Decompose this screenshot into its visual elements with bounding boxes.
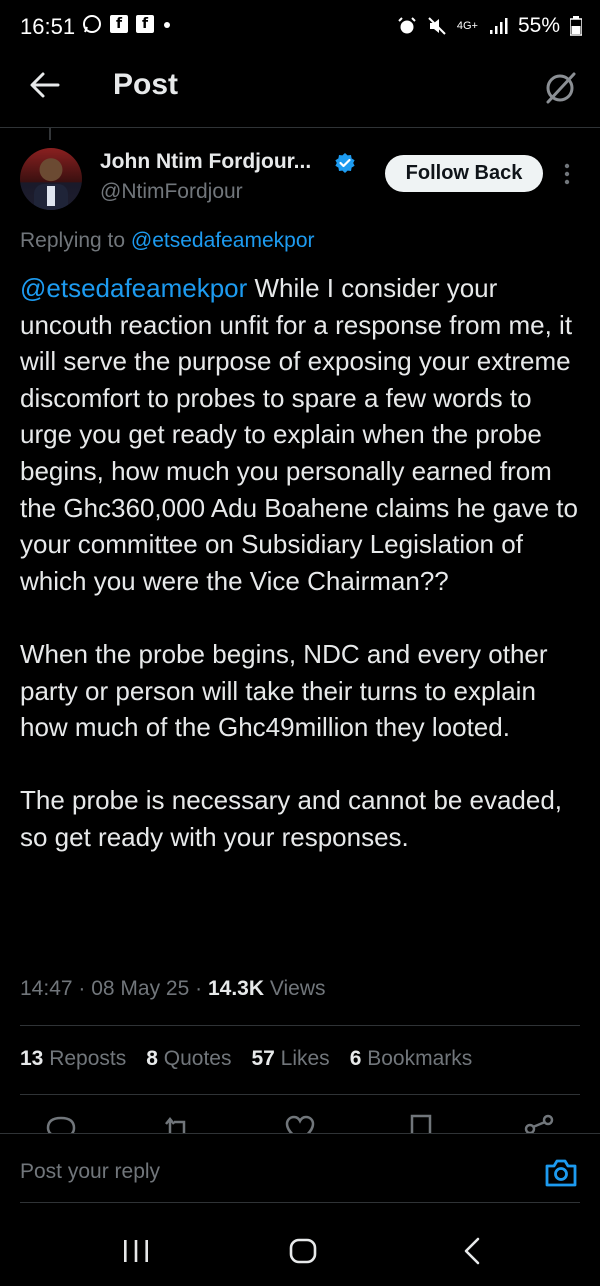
alarm-icon — [398, 17, 416, 34]
reply-bar-underline — [20, 1202, 580, 1203]
reply-icon[interactable] — [44, 1112, 78, 1134]
meta-separator-2: · — [189, 977, 208, 1000]
author-name[interactable]: John Ntim Fordjour... — [100, 150, 311, 174]
mute-icon — [428, 17, 446, 35]
back-arrow-icon[interactable] — [28, 68, 62, 102]
meta-separator: · — [72, 977, 92, 1000]
replying-mention-link[interactable]: @etsedafeamekpor — [131, 229, 315, 252]
more-notifications-dot-icon — [164, 22, 170, 28]
views-label: Views — [264, 977, 326, 1000]
share-icon[interactable] — [522, 1112, 556, 1134]
reply-bar-divider — [0, 1133, 600, 1134]
reply-input[interactable]: Post your reply — [20, 1160, 160, 1184]
battery-percent: 55% — [517, 14, 560, 37]
system-status: 4G+ 55% — [397, 14, 582, 38]
signal-icon — [489, 18, 508, 34]
status-bar: 16:51 f f 4G+ 55% — [0, 0, 600, 52]
divider-2 — [20, 1094, 580, 1095]
facebook-icon-2: f — [136, 15, 154, 33]
quotes-label: Quotes — [157, 1047, 232, 1070]
facebook-icon: f — [110, 15, 128, 33]
grok-icon[interactable] — [542, 70, 578, 106]
camera-icon[interactable] — [543, 1155, 579, 1191]
author-handle[interactable]: @NtimFordjour — [100, 180, 243, 204]
home-icon[interactable] — [289, 1238, 317, 1264]
likes-stat[interactable]: 57 Likes — [251, 1047, 329, 1071]
battery-icon — [570, 16, 582, 36]
likes-label: Likes — [274, 1047, 330, 1070]
post-date: 08 May 25 — [91, 977, 190, 1000]
post-time: 14:47 — [20, 977, 73, 1000]
bookmark-icon[interactable] — [404, 1112, 438, 1134]
thread-connector — [49, 128, 51, 140]
network-type: 4G+ — [456, 20, 478, 32]
quotes-count: 8 — [146, 1047, 158, 1070]
divider — [20, 1025, 580, 1026]
bookmarks-count: 6 — [349, 1047, 362, 1070]
likes-count: 57 — [251, 1047, 275, 1070]
notification-icons: f f — [82, 14, 172, 34]
recent-apps-icon[interactable] — [122, 1238, 150, 1264]
views-count[interactable]: 14.3K — [208, 977, 264, 1000]
like-icon[interactable] — [283, 1112, 317, 1134]
reposts-count: 13 — [20, 1047, 44, 1070]
reposts-label: Reposts — [43, 1047, 127, 1070]
avatar[interactable] — [20, 148, 82, 210]
status-time: 16:51 — [20, 14, 76, 39]
post-mention-link[interactable]: @etsedafeamekpor — [20, 273, 247, 303]
post-body: While I consider your uncouth reaction u… — [20, 273, 578, 852]
bookmarks-label: Bookmarks — [361, 1047, 473, 1070]
nav-back-icon[interactable] — [462, 1236, 482, 1266]
quotes-stat[interactable]: 8 Quotes — [146, 1047, 231, 1071]
replying-prefix: Replying to — [20, 229, 131, 252]
engagement-stats: 13 Reposts 8 Quotes 57 Likes 6 Bookmarks — [20, 1047, 492, 1071]
post-text: @etsedafeamekpor While I consider your u… — [20, 270, 582, 856]
post-meta: 14:47 · 08 May 25 · 14.3K Views — [20, 977, 326, 1001]
action-bar — [0, 1112, 600, 1134]
page-title: Post — [113, 68, 179, 101]
bookmarks-stat[interactable]: 6 Bookmarks — [350, 1047, 473, 1071]
replying-to: Replying to @etsedafeamekpor — [20, 229, 315, 253]
reposts-stat[interactable]: 13 Reposts — [20, 1047, 126, 1071]
follow-back-button[interactable]: Follow Back — [385, 155, 543, 192]
more-options-icon[interactable] — [560, 162, 574, 186]
whatsapp-icon — [83, 15, 101, 33]
header-divider — [0, 127, 600, 128]
avatar-shirt — [47, 186, 55, 206]
repost-icon[interactable] — [160, 1112, 194, 1134]
verified-badge-icon — [335, 153, 355, 173]
